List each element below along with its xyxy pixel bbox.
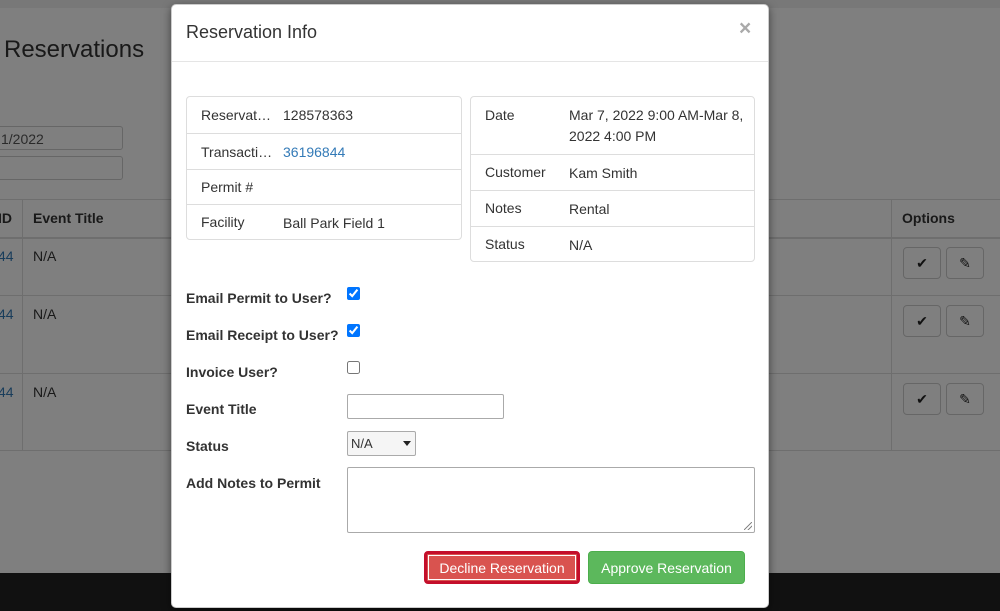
invoice-user-checkbox[interactable] — [347, 361, 360, 374]
facility-value: Ball Park Field 1 — [283, 215, 385, 231]
email-receipt-checkbox[interactable] — [347, 324, 360, 337]
email-permit-label: Email Permit to User? — [186, 290, 332, 306]
invoice-user-label: Invoice User? — [186, 364, 278, 380]
status-label: Status — [485, 236, 525, 252]
notes-label: Notes — [485, 200, 522, 216]
event-title-label: Event Title — [186, 401, 257, 417]
notes-value: Rental — [569, 201, 610, 217]
info-row-status: Status N/A — [471, 226, 754, 262]
event-title-input[interactable] — [347, 394, 504, 419]
info-row-customer: Customer Kam Smith — [471, 154, 754, 190]
status-field-label: Status — [186, 438, 229, 454]
close-icon[interactable]: × — [739, 18, 751, 39]
transaction-number-link[interactable]: 36196844 — [283, 142, 345, 163]
info-row-transaction: Transaction # 36196844 — [187, 133, 461, 169]
add-notes-textarea[interactable] — [347, 467, 755, 533]
customer-value: Kam Smith — [569, 165, 638, 181]
reservation-number-label: Reservation # — [201, 107, 273, 123]
facility-label: Facility — [201, 214, 245, 230]
status-select[interactable]: N/A — [347, 431, 416, 456]
info-row-reservation: Reservation # 128578363 — [187, 97, 461, 133]
reservation-number-value: 128578363 — [283, 107, 354, 123]
info-row-date: Date Mar 7, 2022 9:00 AM-Mar 8, 2022 4:0… — [471, 97, 754, 154]
date-label: Date — [485, 107, 515, 123]
status-value: N/A — [569, 237, 593, 253]
transaction-number-label: Transaction # — [201, 144, 273, 160]
info-row-notes: Notes Rental — [471, 190, 754, 226]
reservation-info-modal: Reservation Info × Reservation # 1285783… — [171, 4, 769, 608]
modal-title: Reservation Info — [186, 22, 318, 42]
add-notes-label: Add Notes to Permit — [186, 475, 321, 491]
info-row-facility: Facility Ball Park Field 1 — [187, 204, 461, 240]
date-value: Mar 7, 2022 9:00 AM-Mar 8, 2022 4:00 PM — [569, 107, 744, 144]
resize-handle-icon[interactable] — [744, 522, 752, 530]
decline-reservation-button[interactable]: Decline Reservation — [424, 551, 580, 584]
email-receipt-label: Email Receipt to User? — [186, 327, 339, 343]
info-row-permit: Permit # — [187, 169, 461, 204]
booking-details-box: Date Mar 7, 2022 9:00 AM-Mar 8, 2022 4:0… — [470, 96, 755, 262]
customer-label: Customer — [485, 164, 546, 180]
modal-header: Reservation Info × — [172, 5, 768, 62]
status-select-value: N/A — [351, 436, 373, 451]
permit-number-label: Permit # — [201, 179, 254, 195]
reservation-details-box: Reservation # 128578363 Transaction # 36… — [186, 96, 462, 240]
approve-reservation-button[interactable]: Approve Reservation — [588, 551, 745, 584]
chevron-down-icon — [403, 441, 411, 446]
email-permit-checkbox[interactable] — [347, 287, 360, 300]
